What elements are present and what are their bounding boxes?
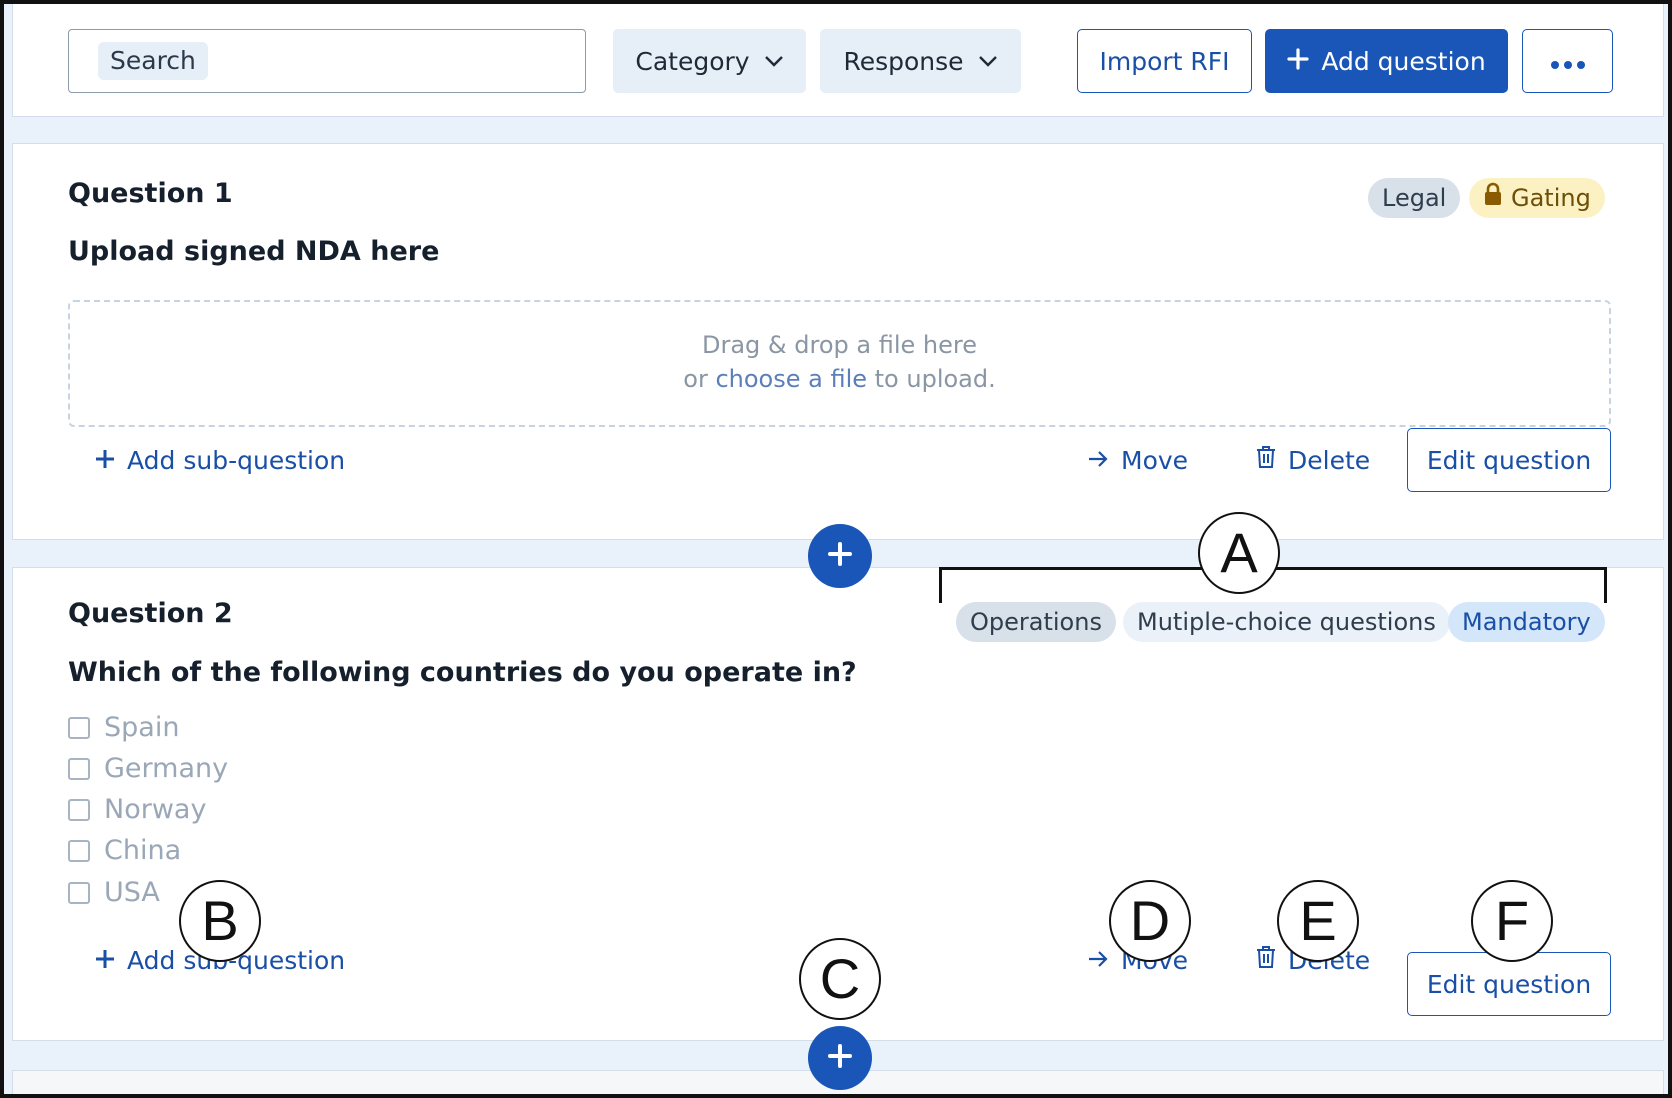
option-china[interactable]: China [68, 835, 181, 866]
question-card: Question 1 Legal Gating Upload signed ND… [12, 143, 1664, 540]
search-placeholder: Search [98, 42, 208, 80]
toolbar: Search Category Response Import RFI Add … [12, 4, 1664, 117]
question-text: Which of the following countries do you … [68, 657, 857, 688]
plus-icon [1287, 47, 1309, 76]
trash-icon [1256, 445, 1276, 475]
category-filter-label: Category [635, 46, 750, 76]
callout-c: C [799, 938, 881, 1020]
chevron-down-icon [764, 55, 784, 67]
file-dropzone[interactable]: Drag & drop a file here or choose a file… [68, 300, 1611, 427]
insert-question-button[interactable] [808, 1026, 872, 1090]
lock-icon [1483, 178, 1503, 218]
category-tag: Operations [956, 602, 1116, 642]
checkbox[interactable] [68, 716, 90, 739]
plus-icon [827, 541, 853, 571]
dropzone-subtext: or choose a file to upload. [683, 365, 996, 393]
insert-question-button[interactable] [808, 524, 872, 588]
delete-button[interactable]: Delete [1256, 442, 1370, 478]
option-spain[interactable]: Spain [68, 712, 179, 743]
add-sub-question-button[interactable]: Add sub-question [95, 442, 345, 478]
add-question-label: Add question [1321, 46, 1486, 76]
callout-a: A [1198, 512, 1280, 594]
option-label: Spain [104, 712, 180, 743]
category-filter-dropdown[interactable]: Category [613, 29, 806, 93]
gating-tag-label: Gating [1511, 184, 1591, 212]
arrow-right-icon [1087, 446, 1109, 475]
option-label: USA [104, 877, 160, 908]
question-text: Upload signed NDA here [68, 236, 440, 267]
option-label: Germany [104, 753, 229, 784]
move-button[interactable]: Move [1087, 442, 1188, 478]
trash-icon [1256, 945, 1276, 975]
plus-icon [95, 946, 115, 975]
dropzone-instruction: Drag & drop a file here [702, 331, 977, 359]
callout-f: F [1471, 880, 1553, 962]
add-sub-question-label: Add sub-question [127, 445, 346, 475]
import-rfi-button[interactable]: Import RFI [1077, 29, 1252, 93]
checkbox[interactable] [68, 839, 90, 862]
option-germany[interactable]: Germany [68, 753, 228, 784]
rfi-question-builder: Search Category Response Import RFI Add … [0, 0, 1672, 1098]
mandatory-tag: Mandatory [1448, 602, 1605, 642]
chevron-down-icon [978, 55, 998, 67]
response-type-tag: Mutiple-choice questions [1123, 602, 1450, 642]
option-label: Norway [104, 794, 207, 825]
more-options-button[interactable] [1522, 29, 1613, 93]
checkbox[interactable] [68, 798, 90, 821]
arrow-right-icon [1087, 946, 1109, 975]
choose-file-link[interactable]: choose a file [715, 365, 867, 393]
callout-d: D [1109, 880, 1191, 962]
gating-tag: Gating [1469, 178, 1605, 218]
option-label: China [104, 835, 182, 866]
callout-b: B [179, 880, 261, 962]
question-title: Question 2 [68, 598, 233, 629]
add-question-button[interactable]: Add question [1265, 29, 1508, 93]
plus-icon [95, 446, 115, 475]
response-filter-dropdown[interactable]: Response [820, 29, 1021, 93]
question-title: Question 1 [68, 178, 233, 209]
category-tag: Legal [1368, 178, 1461, 218]
response-filter-label: Response [843, 46, 964, 76]
checkbox[interactable] [68, 757, 90, 780]
move-label: Move [1121, 445, 1189, 475]
checkbox[interactable] [68, 881, 90, 904]
option-norway[interactable]: Norway [68, 794, 206, 825]
delete-label: Delete [1288, 445, 1371, 475]
search-input[interactable]: Search [68, 29, 586, 93]
option-usa[interactable]: USA [68, 877, 160, 908]
edit-question-button[interactable]: Edit question [1407, 428, 1611, 492]
plus-icon [827, 1043, 853, 1073]
more-icon [1550, 47, 1586, 76]
callout-e: E [1277, 880, 1359, 962]
